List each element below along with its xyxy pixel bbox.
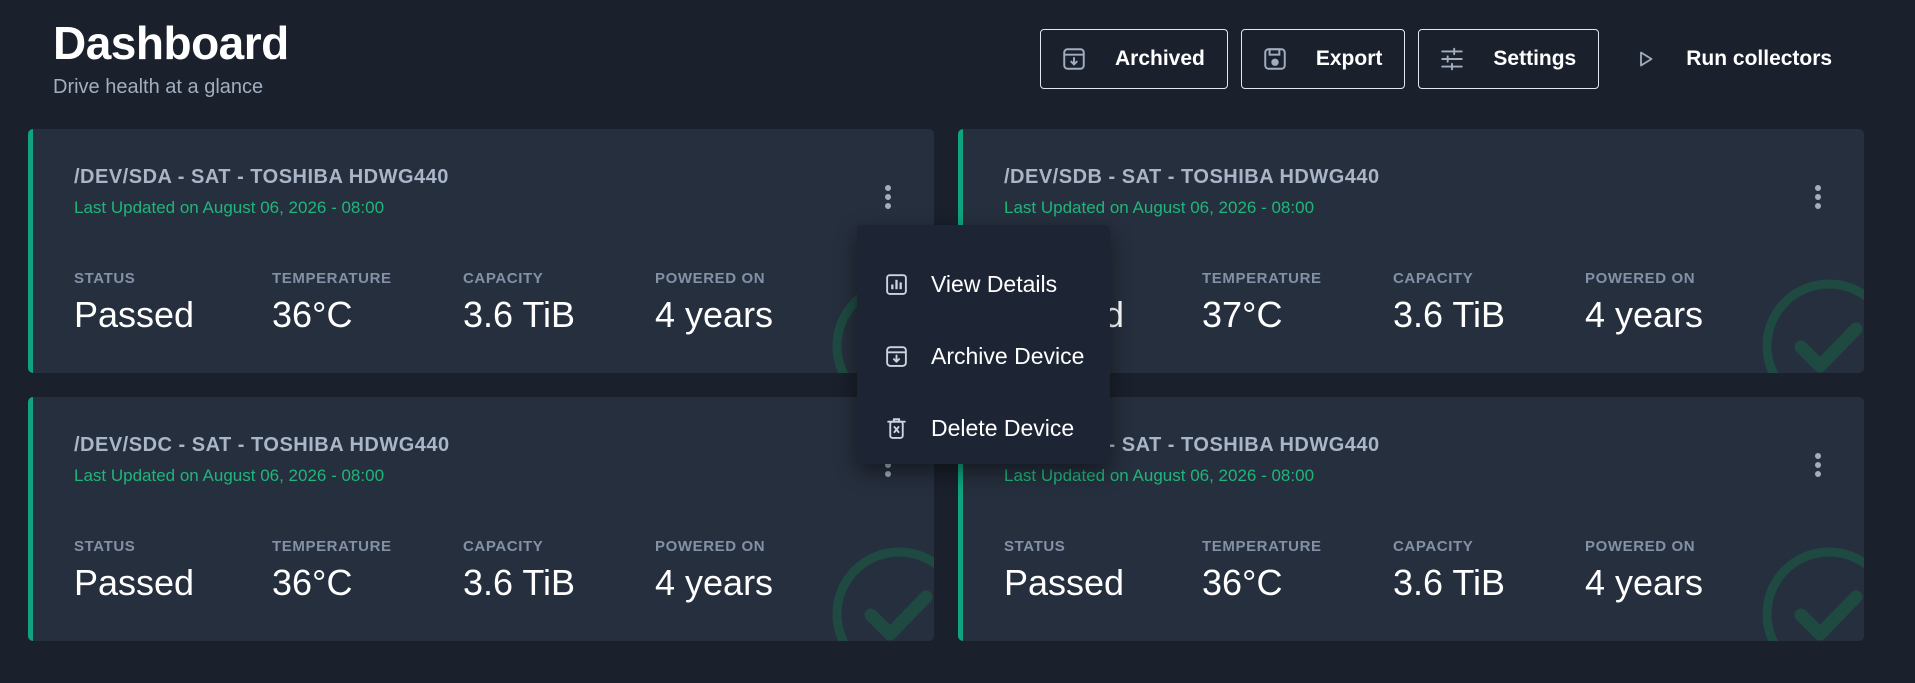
stat-value: 3.6 TiB bbox=[463, 562, 576, 603]
stat-label: TEMPERATURE bbox=[1202, 538, 1322, 555]
kebab-menu-icon[interactable] bbox=[882, 185, 894, 213]
device-stats: STATUS Passed TEMPERATURE 36°C CAPACITY … bbox=[1004, 538, 1785, 604]
archived-button[interactable]: Archived bbox=[1040, 29, 1228, 89]
check-circle-icon bbox=[1762, 279, 1864, 373]
menu-item-view-details[interactable]: View Details bbox=[857, 248, 1110, 320]
device-title: /DEV/SDB - SAT - TOSHIBA HDWG440 bbox=[1004, 166, 1380, 188]
device-stats: STATUS Passed TEMPERATURE 37°C CAPACITY … bbox=[1004, 270, 1785, 336]
check-circle-icon bbox=[832, 547, 934, 641]
settings-button-label: Settings bbox=[1493, 47, 1577, 70]
kebab-menu-icon[interactable] bbox=[1812, 453, 1824, 481]
menu-item-archive-device[interactable]: Archive Device bbox=[857, 320, 1110, 392]
stat-label: STATUS bbox=[74, 270, 136, 287]
stat-status: STATUS Passed bbox=[74, 270, 272, 336]
device-stats: STATUS Passed TEMPERATURE 36°C CAPACITY … bbox=[74, 270, 855, 336]
page-title: Dashboard bbox=[53, 17, 289, 69]
stat-capacity: CAPACITY 3.6 TiB bbox=[463, 270, 655, 336]
page-header: Dashboard Drive health at a glance bbox=[53, 14, 289, 99]
stat-status: STATUS Passed bbox=[1004, 538, 1202, 604]
stat-label: CAPACITY bbox=[463, 538, 544, 555]
stat-value: 36°C bbox=[1202, 562, 1283, 603]
stat-status: STATUS Passed bbox=[74, 538, 272, 604]
stat-capacity: CAPACITY 3.6 TiB bbox=[1393, 538, 1585, 604]
stat-label: TEMPERATURE bbox=[1202, 270, 1322, 287]
stat-label: CAPACITY bbox=[463, 270, 544, 287]
floppy-disk-icon bbox=[1264, 48, 1286, 70]
stat-capacity: CAPACITY 3.6 TiB bbox=[1393, 270, 1585, 336]
menu-item-label: Archive Device bbox=[931, 342, 1085, 369]
device-title: /DEV/SDC - SAT - TOSHIBA HDWG440 bbox=[74, 434, 450, 456]
device-title: /DEV/SDA - SAT - TOSHIBA HDWG440 bbox=[74, 166, 449, 188]
stat-temperature: TEMPERATURE 36°C bbox=[272, 538, 463, 604]
settings-button[interactable]: Settings bbox=[1418, 29, 1600, 89]
stat-label: TEMPERATURE bbox=[272, 270, 392, 287]
export-button[interactable]: Export bbox=[1240, 29, 1406, 89]
archive-box-icon bbox=[886, 345, 907, 367]
stat-value: 36°C bbox=[272, 562, 353, 603]
check-circle-icon bbox=[1762, 547, 1864, 641]
export-button-label: Export bbox=[1315, 47, 1383, 70]
menu-item-delete-device[interactable]: Delete Device bbox=[857, 392, 1110, 464]
kebab-menu-icon[interactable] bbox=[1812, 185, 1824, 213]
page-subtitle: Drive health at a glance bbox=[53, 76, 264, 98]
stat-value: 36°C bbox=[272, 294, 353, 335]
stat-temperature: TEMPERATURE 37°C bbox=[1202, 270, 1393, 336]
device-stats: STATUS Passed TEMPERATURE 36°C CAPACITY … bbox=[74, 538, 855, 604]
stat-label: CAPACITY bbox=[1393, 270, 1474, 287]
last-updated: Last Updated on August 06, 2026 - 08:00 bbox=[1004, 198, 1315, 217]
last-updated: Last Updated on August 06, 2026 - 08:00 bbox=[74, 198, 385, 217]
menu-item-label: View Details bbox=[931, 270, 1058, 297]
stat-temperature: TEMPERATURE 36°C bbox=[272, 270, 463, 336]
run-collectors-button[interactable]: Run collectors bbox=[1612, 29, 1852, 89]
stat-label: STATUS bbox=[74, 538, 136, 555]
last-updated: Last Updated on August 06, 2026 - 08:00 bbox=[74, 466, 385, 485]
stat-value: Passed bbox=[74, 294, 195, 335]
stat-value: 37°C bbox=[1202, 294, 1283, 335]
device-context-menu: View Details Archive Device Delete Devic… bbox=[857, 225, 1110, 464]
bar-chart-icon bbox=[886, 273, 907, 295]
stat-temperature: TEMPERATURE 36°C bbox=[1202, 538, 1393, 604]
device-card[interactable]: /DEV/SDC - SAT - TOSHIBA HDWG440 Last Up… bbox=[28, 397, 934, 641]
stat-value: 3.6 TiB bbox=[1393, 294, 1506, 335]
stat-value: 3.6 TiB bbox=[1393, 562, 1506, 603]
stat-capacity: CAPACITY 3.6 TiB bbox=[463, 538, 655, 604]
run-collectors-label: Run collectors bbox=[1686, 47, 1833, 70]
sliders-icon bbox=[1441, 47, 1464, 71]
dashboard-page: Dashboard Drive health at a glance Archi… bbox=[0, 0, 1915, 683]
stat-value: Passed bbox=[1004, 562, 1125, 603]
archive-box-icon bbox=[1063, 48, 1085, 70]
trash-icon bbox=[887, 417, 906, 439]
archived-button-label: Archived bbox=[1115, 47, 1205, 70]
stat-label: STATUS bbox=[1004, 538, 1066, 555]
toolbar: Archived Export Settings Run collectors bbox=[1040, 29, 1852, 89]
stat-value: 3.6 TiB bbox=[463, 294, 576, 335]
stat-value: Passed bbox=[74, 562, 195, 603]
stat-label: TEMPERATURE bbox=[272, 538, 392, 555]
last-updated: Last Updated on August 06, 2026 - 08:00 bbox=[1004, 466, 1315, 485]
device-card[interactable]: /DEV/SDA - SAT - TOSHIBA HDWG440 Last Up… bbox=[28, 129, 934, 373]
menu-item-label: Delete Device bbox=[931, 414, 1075, 441]
play-icon bbox=[1640, 51, 1653, 67]
stat-label: CAPACITY bbox=[1393, 538, 1474, 555]
